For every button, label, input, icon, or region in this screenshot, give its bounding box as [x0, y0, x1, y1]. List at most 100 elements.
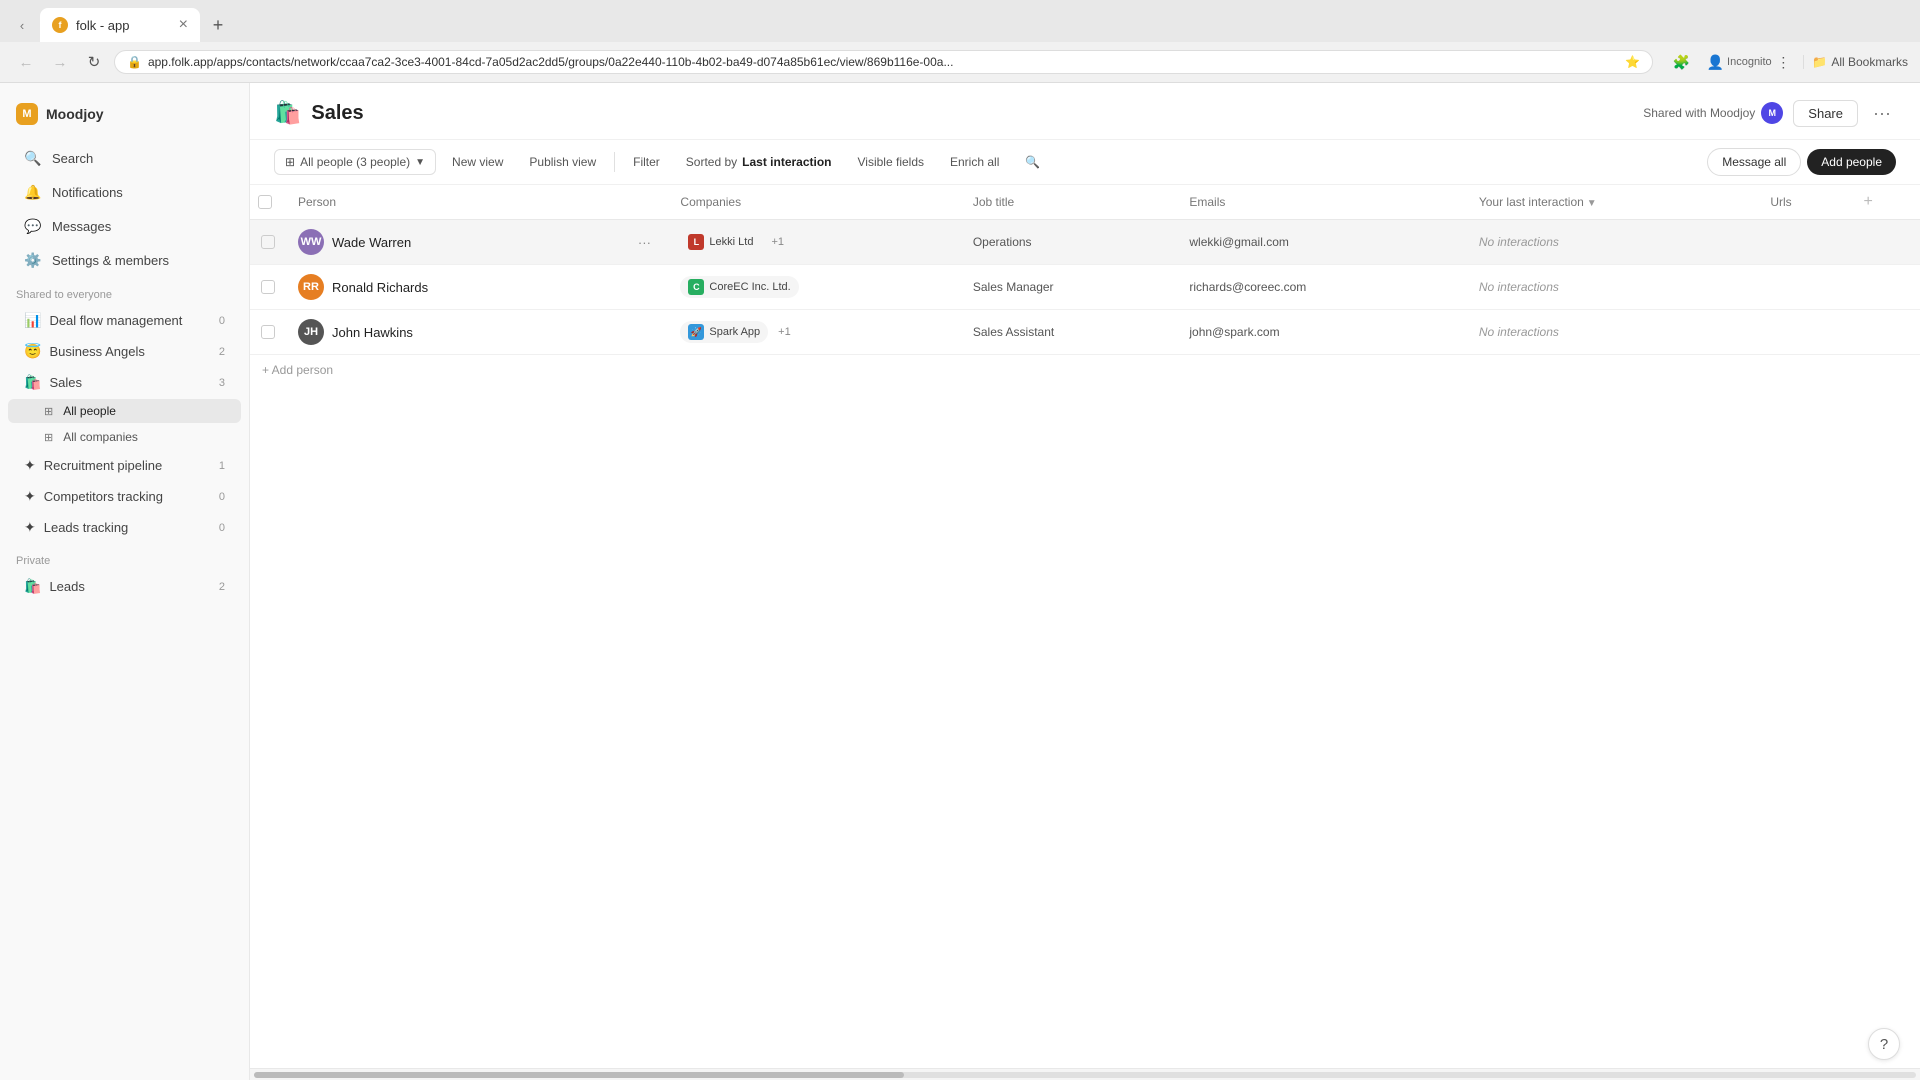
forward-button[interactable]: →: [46, 48, 74, 76]
company-badge[interactable]: L Lekki Ltd: [680, 231, 761, 253]
interaction-cell: No interactions: [1467, 265, 1758, 309]
profile-button[interactable]: 👤: [1701, 48, 1729, 76]
browser-chrome: ‹ f folk - app × + ← → ↻ 🔒 app.folk.app/…: [0, 0, 1920, 83]
business-angels-icon: 😇: [24, 343, 41, 360]
sidebar-sub-all-companies[interactable]: ⊞ All companies: [8, 425, 241, 449]
all-companies-icon: ⊞: [44, 431, 53, 444]
header-actions: Shared with Moodjoy M Share ···: [1643, 99, 1896, 127]
sidebar-messages-label: Messages: [52, 219, 111, 234]
search-toolbar-icon: 🔍: [1025, 155, 1040, 169]
sales-count: 3: [219, 377, 225, 389]
scrollbar-thumb[interactable]: [254, 1072, 904, 1078]
all-people-filter-label: All people (3 people): [300, 155, 410, 169]
leads-count: 2: [219, 581, 225, 593]
more-options-button[interactable]: ···: [1868, 99, 1896, 127]
select-all-checkbox[interactable]: [258, 195, 272, 209]
row-action-button[interactable]: ···: [632, 320, 656, 344]
tab-back-button[interactable]: ‹: [8, 11, 36, 39]
table-row[interactable]: WW Wade Warren ··· L Lekki Ltd +1 Operat…: [250, 220, 1920, 265]
tab-bar: ‹ f folk - app × +: [0, 0, 1920, 42]
back-button[interactable]: ←: [12, 48, 40, 76]
sidebar-item-competitors[interactable]: ✦ Competitors tracking 0: [8, 482, 241, 511]
competitors-count: 0: [219, 491, 225, 503]
sidebar-item-sales[interactable]: 🛍️ Sales 3: [8, 368, 241, 397]
sidebar-item-recruitment[interactable]: ✦ Recruitment pipeline 1: [8, 451, 241, 480]
visible-fields-button[interactable]: Visible fields: [848, 150, 934, 174]
add-column-icon[interactable]: +: [1863, 193, 1872, 210]
tab-favicon: f: [52, 17, 68, 33]
publish-view-button[interactable]: Publish view: [519, 150, 606, 174]
search-toolbar-button[interactable]: 🔍: [1015, 150, 1050, 174]
add-people-button[interactable]: Add people: [1807, 149, 1896, 175]
add-person-button[interactable]: + Add person: [250, 355, 1920, 385]
tab-close-button[interactable]: ×: [179, 16, 188, 34]
company-badge[interactable]: C CoreEC Inc. Ltd.: [680, 276, 798, 298]
toolbar-divider-1: [614, 152, 615, 172]
row-checkbox[interactable]: [261, 280, 275, 294]
share-button[interactable]: Share: [1793, 100, 1858, 127]
person-name: Wade Warren: [332, 235, 411, 250]
org-name: Moodjoy: [46, 106, 104, 122]
avatar: RR: [298, 274, 324, 300]
companies-column-header: Companies: [668, 185, 960, 220]
deal-flow-label: Deal flow management: [49, 313, 210, 328]
horizontal-scrollbar[interactable]: [250, 1068, 1920, 1080]
sorted-by-prefix: Sorted by: [686, 155, 737, 169]
sidebar-settings-label: Settings & members: [52, 253, 169, 268]
browser-tab[interactable]: f folk - app ×: [40, 8, 200, 42]
sidebar-item-messages[interactable]: 💬 Messages: [8, 210, 241, 242]
row-action-button[interactable]: ···: [632, 275, 656, 299]
address-bar[interactable]: 🔒 app.folk.app/apps/contacts/network/cca…: [114, 50, 1653, 74]
last-interaction-column-header[interactable]: Your last interaction▼: [1467, 185, 1758, 220]
row-checkbox[interactable]: [261, 235, 275, 249]
urls-column-header: Urls: [1758, 185, 1851, 220]
filter-button[interactable]: Filter: [623, 150, 670, 174]
table-row[interactable]: JH John Hawkins ··· 🚀 Spark App +1 Sales…: [250, 310, 1920, 355]
competitors-label: Competitors tracking: [44, 489, 211, 504]
person-name: John Hawkins: [332, 325, 413, 340]
extensions-button[interactable]: 🧩: [1667, 48, 1695, 76]
toolbar: ⊞ All people (3 people) ▼ New view Publi…: [250, 140, 1920, 185]
browser-menu-button[interactable]: ⋮: [1769, 48, 1797, 76]
new-tab-button[interactable]: +: [204, 11, 232, 39]
all-people-filter-button[interactable]: ⊞ All people (3 people) ▼: [274, 149, 436, 175]
sort-button[interactable]: Sorted by Last interaction: [676, 150, 842, 174]
message-all-button[interactable]: Message all: [1707, 148, 1801, 176]
job-title-column-header: Job title: [961, 185, 1178, 220]
messages-icon: 💬: [24, 217, 42, 235]
help-button[interactable]: ?: [1868, 1028, 1900, 1060]
contacts-table: Person Companies Job title Emails Your l…: [250, 185, 1920, 385]
company-badge[interactable]: 🚀 Spark App: [680, 321, 768, 343]
table-row[interactable]: RR Ronald Richards ··· C CoreEC Inc. Ltd…: [250, 265, 1920, 310]
private-section-label: Private: [0, 543, 249, 571]
sidebar-sub-all-people[interactable]: ⊞ All people: [8, 399, 241, 423]
row-action-button[interactable]: ···: [632, 230, 656, 254]
all-people-label: All people: [63, 404, 116, 418]
recruitment-icon: ✦: [24, 457, 36, 474]
sidebar-item-deal-flow[interactable]: 📊 Deal flow management 0: [8, 306, 241, 335]
settings-icon: ⚙️: [24, 251, 42, 269]
sidebar: M Moodjoy 🔍 Search 🔔 Notifications 💬 Mes…: [0, 83, 250, 1080]
select-all-header[interactable]: [250, 185, 286, 220]
sidebar-item-leads-tracking[interactable]: ✦ Leads tracking 0: [8, 513, 241, 542]
shared-section-label: Shared to everyone: [0, 277, 249, 305]
recruitment-label: Recruitment pipeline: [44, 458, 211, 473]
row-checkbox[interactable]: [261, 325, 275, 339]
sidebar-logo[interactable]: M Moodjoy: [0, 95, 249, 141]
enrich-all-button[interactable]: Enrich all: [940, 150, 1009, 174]
sidebar-item-notifications[interactable]: 🔔 Notifications: [8, 176, 241, 208]
scrollbar-track[interactable]: [254, 1072, 1916, 1078]
leads-tracking-icon: ✦: [24, 519, 36, 536]
sidebar-notifications-label: Notifications: [52, 185, 123, 200]
sidebar-item-business-angels[interactable]: 😇 Business Angels 2: [8, 337, 241, 366]
sidebar-item-search[interactable]: 🔍 Search: [8, 142, 241, 174]
add-column-header[interactable]: +: [1851, 185, 1920, 220]
sidebar-item-leads[interactable]: 🛍️ Leads 2: [8, 572, 241, 601]
reload-button[interactable]: ↻: [80, 48, 108, 76]
sidebar-item-settings[interactable]: ⚙️ Settings & members: [8, 244, 241, 276]
add-person-row[interactable]: + Add person: [250, 355, 1920, 386]
business-angels-label: Business Angels: [49, 344, 210, 359]
person-cell: RR Ronald Richards ···: [286, 265, 668, 309]
new-view-button[interactable]: New view: [442, 150, 513, 174]
avatar: JH: [298, 319, 324, 345]
